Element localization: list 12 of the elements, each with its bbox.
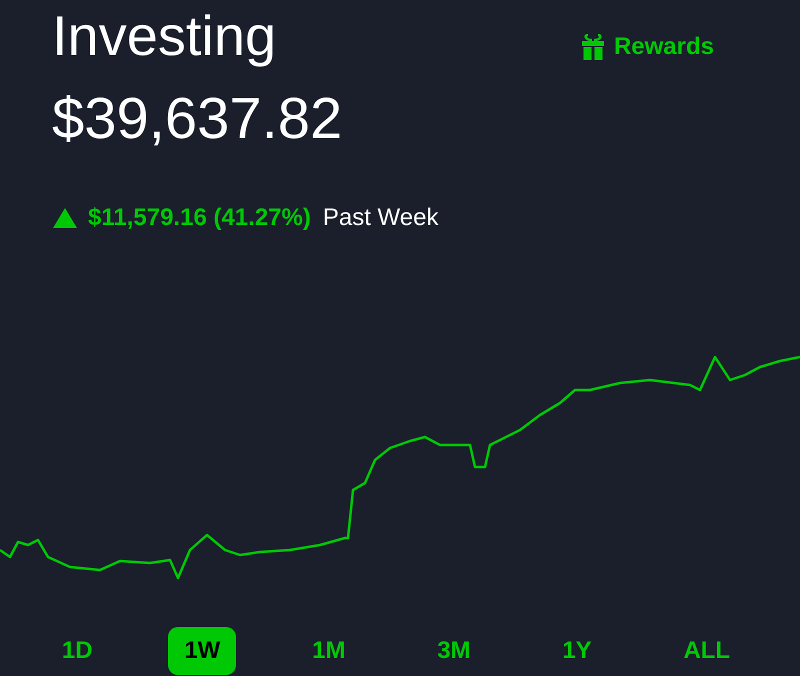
page-title: Investing (52, 3, 276, 69)
range-tab[interactable]: 1W (168, 627, 236, 675)
range-tab[interactable]: 1D (46, 627, 109, 675)
gift-icon (582, 34, 604, 60)
change-period: Past Week (322, 204, 438, 232)
rewards-link[interactable]: Rewards (582, 33, 714, 61)
portfolio-value: $39,637.82 (52, 85, 344, 153)
change-amount: $11,579.16 (41.27%) (88, 204, 311, 232)
range-tab[interactable]: 1M (296, 627, 362, 675)
range-tab[interactable]: 3M (421, 627, 487, 675)
range-tab[interactable]: ALL (667, 627, 746, 675)
range-tab[interactable]: 1Y (546, 627, 608, 675)
